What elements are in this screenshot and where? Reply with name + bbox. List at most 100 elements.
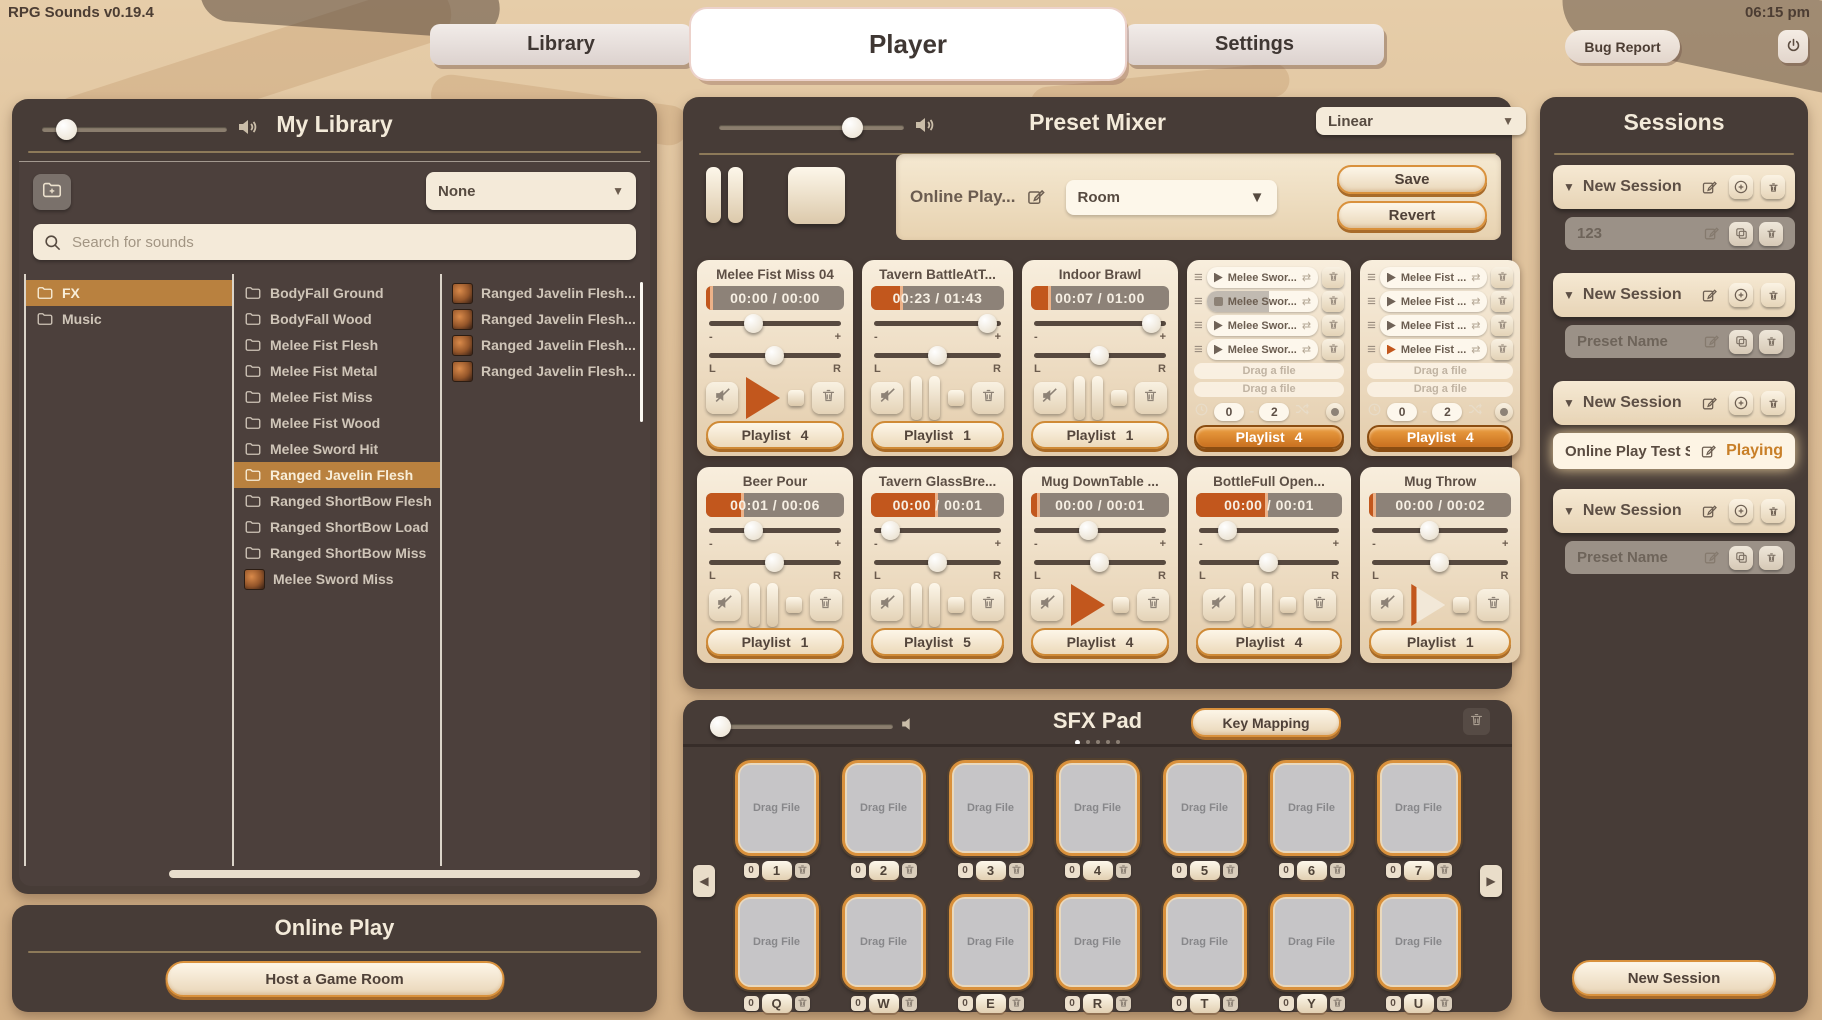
delete-item-button[interactable] xyxy=(1322,267,1344,288)
mute-button[interactable] xyxy=(871,589,903,621)
sfx-trash-button[interactable] xyxy=(1463,708,1490,735)
pad-key-label[interactable]: 4 xyxy=(1083,861,1113,880)
drag-handle-icon[interactable]: ≡ xyxy=(1367,294,1376,309)
drag-file-slot[interactable]: Drag a file xyxy=(1367,363,1513,379)
copy-preset-button[interactable] xyxy=(1729,546,1753,570)
drag-file-target[interactable]: Drag File xyxy=(954,899,1028,985)
playlist-item[interactable]: ≡ Melee Fist ... ⇄ xyxy=(1367,267,1513,288)
playlist-button[interactable]: Playlist1 xyxy=(871,421,1004,449)
pad-key-label[interactable]: 6 xyxy=(1297,861,1327,880)
pan-slider[interactable]: LR xyxy=(1369,552,1511,581)
pan-slider[interactable]: LR xyxy=(706,345,844,374)
mute-button[interactable] xyxy=(1031,589,1063,621)
playlist-button[interactable]: Playlist4 xyxy=(1194,425,1344,449)
pause-button[interactable] xyxy=(911,583,940,627)
save-button[interactable]: Save xyxy=(1337,165,1487,194)
playlist-item[interactable]: ≡ Melee Fist ... ⇄ xyxy=(1367,291,1513,312)
add-preset-button[interactable] xyxy=(1729,283,1753,307)
pad-key-label[interactable]: E xyxy=(976,994,1006,1013)
drag-handle-icon[interactable]: ≡ xyxy=(1367,270,1376,285)
pad-key-label[interactable]: R xyxy=(1083,994,1113,1013)
pad-delete-button[interactable] xyxy=(1116,996,1131,1011)
session-preset-active[interactable]: Online Play Test Sesh Playing xyxy=(1553,433,1795,469)
list-item[interactable]: Melee Fist Miss xyxy=(234,384,440,410)
pan-slider[interactable]: LR xyxy=(1031,345,1169,374)
delete-button[interactable] xyxy=(972,382,1004,414)
edit-session-button[interactable] xyxy=(1697,391,1721,415)
playlist-button[interactable]: Playlist5 xyxy=(871,628,1004,656)
pause-all-bar[interactable] xyxy=(706,167,721,223)
volume-slider[interactable]: -+ xyxy=(871,313,1004,342)
volume-slider[interactable]: -+ xyxy=(1369,520,1511,549)
sfx-pad[interactable]: Drag File xyxy=(1270,894,1354,990)
mute-button[interactable] xyxy=(1034,382,1066,414)
add-preset-button[interactable] xyxy=(1729,499,1753,523)
drag-file-target[interactable]: Drag File xyxy=(954,765,1028,851)
play-button[interactable] xyxy=(746,377,780,419)
list-item[interactable]: Melee Sword Hit xyxy=(234,436,440,462)
pad-delete-button[interactable] xyxy=(1009,996,1024,1011)
drag-handle-icon[interactable]: ≡ xyxy=(1194,270,1203,285)
sfx-pad[interactable]: Drag File xyxy=(1163,760,1247,856)
delete-button[interactable] xyxy=(1137,589,1169,621)
pad-delete-button[interactable] xyxy=(795,863,810,878)
delete-button[interactable] xyxy=(1304,589,1336,621)
list-item[interactable]: Ranged Javelin Flesh... xyxy=(442,332,644,358)
delete-item-button[interactable] xyxy=(1491,339,1513,360)
list-item[interactable]: Melee Fist Metal xyxy=(234,358,440,384)
delete-button[interactable] xyxy=(972,589,1004,621)
list-item[interactable]: Melee Sword Miss xyxy=(234,566,440,592)
session-header[interactable]: ▼ New Session xyxy=(1553,381,1795,425)
drag-handle-icon[interactable]: ≡ xyxy=(1367,318,1376,333)
add-preset-button[interactable] xyxy=(1729,391,1753,415)
tab-settings[interactable]: Settings xyxy=(1125,24,1384,65)
playlist-button[interactable]: Playlist1 xyxy=(1369,628,1511,656)
drag-handle-icon[interactable]: ≡ xyxy=(1194,318,1203,333)
volume-slider[interactable]: -+ xyxy=(706,520,844,549)
volume-slider[interactable]: -+ xyxy=(706,313,844,342)
edit-session-button[interactable] xyxy=(1697,499,1721,523)
pad-key-label[interactable]: T xyxy=(1190,994,1220,1013)
delete-button[interactable] xyxy=(1477,589,1509,621)
list-item[interactable]: Music xyxy=(26,306,232,332)
sfx-pad[interactable]: Drag File xyxy=(949,760,1033,856)
mute-button[interactable] xyxy=(1371,589,1403,621)
stop-button[interactable] xyxy=(1453,597,1469,613)
play-button[interactable] xyxy=(1411,584,1445,626)
session-header[interactable]: ▼ New Session xyxy=(1553,273,1795,317)
list-item[interactable]: Melee Fist Wood xyxy=(234,410,440,436)
add-folder-button[interactable] xyxy=(33,174,71,210)
stop-button[interactable] xyxy=(1113,597,1129,613)
edit-preset-button[interactable] xyxy=(1696,439,1720,463)
edit-icon[interactable] xyxy=(1024,185,1048,209)
revert-button[interactable]: Revert xyxy=(1337,201,1487,230)
delete-session-button[interactable] xyxy=(1761,391,1785,415)
sfx-pad[interactable]: Drag File xyxy=(735,760,819,856)
session-preset[interactable]: Preset Name xyxy=(1565,325,1795,358)
chevron-down-icon[interactable]: ▼ xyxy=(1563,180,1575,194)
delete-session-button[interactable] xyxy=(1761,499,1785,523)
sfx-pad[interactable]: Drag File xyxy=(1056,760,1140,856)
power-button[interactable] xyxy=(1778,30,1808,63)
loop-icon[interactable]: ⇄ xyxy=(1302,295,1311,308)
playlist-button[interactable]: Playlist4 xyxy=(1367,425,1513,449)
shuffle-icon[interactable] xyxy=(1467,401,1483,422)
playlist-item[interactable]: ≡ Melee Swor... ⇄ xyxy=(1194,315,1344,336)
chevron-down-icon[interactable]: ▼ xyxy=(1563,288,1575,302)
pad-key-label[interactable]: 7 xyxy=(1404,861,1434,880)
chevron-down-icon[interactable]: ▼ xyxy=(1563,504,1575,518)
page-left-button[interactable]: ◀ xyxy=(693,865,715,897)
delete-preset-button[interactable] xyxy=(1759,222,1783,246)
loop-icon[interactable]: ⇄ xyxy=(1471,343,1480,356)
stop-all-button[interactable] xyxy=(788,167,845,224)
pause-button[interactable] xyxy=(749,583,778,627)
pad-delete-button[interactable] xyxy=(1116,863,1131,878)
chevron-down-icon[interactable]: ▼ xyxy=(1563,396,1575,410)
key-mapping-button[interactable]: Key Mapping xyxy=(1191,708,1341,737)
mute-button[interactable] xyxy=(871,382,903,414)
horizontal-scrollbar[interactable] xyxy=(169,870,640,878)
stop-button[interactable] xyxy=(1280,597,1296,613)
sfx-pad[interactable]: Drag File xyxy=(842,760,926,856)
mixer-mode-dropdown[interactable]: Linear▼ xyxy=(1316,107,1526,135)
drag-file-slot[interactable]: Drag a file xyxy=(1194,382,1344,398)
